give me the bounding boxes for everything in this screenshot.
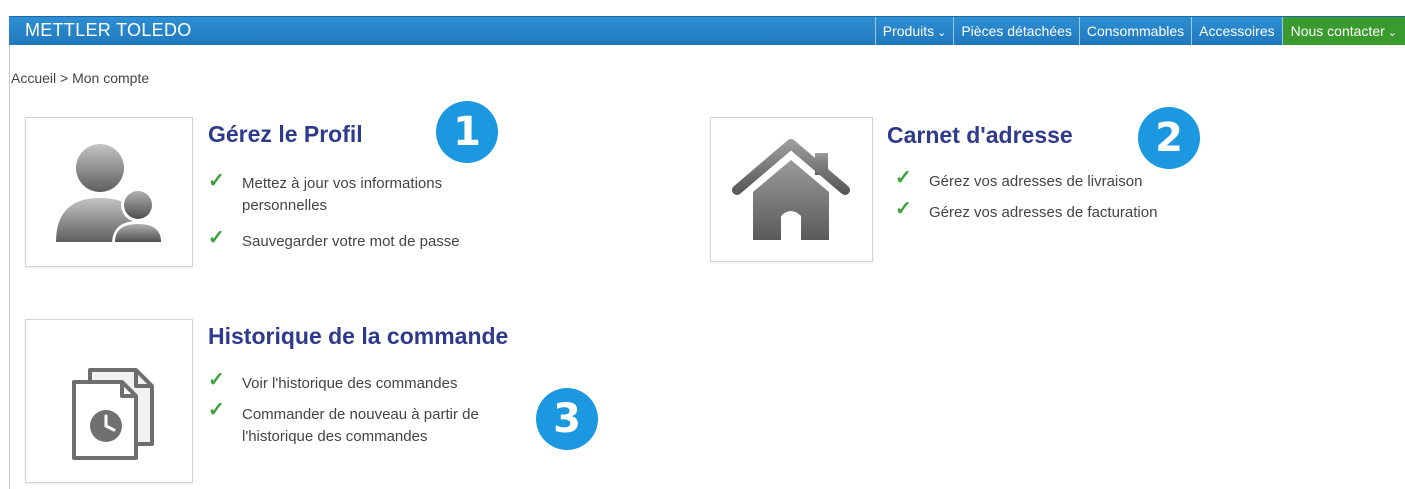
address-icon-card[interactable] [710, 117, 873, 262]
checkmark-icon: ✓ [208, 399, 225, 421]
address-item-delivery: Gérez vos adresses de livraison [929, 173, 1143, 190]
chevron-down-icon: ⌄ [937, 27, 947, 39]
brand-logo[interactable]: METTLER TOLEDO [25, 20, 192, 41]
nav-consommables[interactable]: Consommables [1078, 17, 1191, 45]
page-frame-border [9, 16, 10, 489]
address-item-billing: Gérez vos adresses de facturation [929, 204, 1158, 221]
badge-2-icon: 2 [1138, 107, 1200, 169]
checkmark-icon: ✓ [208, 369, 225, 391]
nav-accessoires[interactable]: Accessoires [1191, 17, 1281, 45]
profile-section-title[interactable]: Gérez le Profil [208, 121, 363, 148]
breadcrumb-separator: > [60, 70, 69, 86]
breadcrumb-home-link[interactable]: Accueil [11, 70, 56, 86]
house-icon [732, 139, 850, 240]
badge-3-icon: 3 [536, 388, 598, 450]
chevron-down-icon: ⌄ [1387, 27, 1397, 39]
orders-item-view-history: Voir l'historique des commandes [242, 375, 458, 392]
nav-nous-contacter[interactable]: Nous contacter ⌄ [1281, 17, 1405, 45]
badge-1-icon: 1 [436, 101, 498, 163]
nav-produits-label: Produits [882, 23, 935, 39]
checkmark-icon: ✓ [895, 198, 912, 220]
profile-item-save-password: Sauvegarder votre mot de passe [242, 233, 460, 250]
orders-section-title[interactable]: Historique de la commande [208, 323, 508, 350]
nav-pieces-detachees[interactable]: Pièces détachées [953, 17, 1079, 45]
breadcrumb: Accueil > Mon compte [11, 70, 149, 86]
address-section-title[interactable]: Carnet d'adresse [887, 122, 1073, 149]
checkmark-icon: ✓ [208, 227, 225, 249]
checkmark-icon: ✓ [208, 170, 225, 192]
top-navigation-bar: METTLER TOLEDO Produits ⌄ Pièces détachée… [9, 16, 1405, 45]
order-history-icon [72, 368, 154, 460]
order-history-icon-card[interactable] [25, 319, 193, 483]
breadcrumb-current: Mon compte [72, 70, 150, 86]
nav-accessoires-label: Accessoires [1199, 23, 1275, 39]
profile-item-update-info: Mettez à jour vos informations personnel… [242, 175, 443, 214]
main-nav: Produits ⌄ Pièces détachées Consommables … [874, 17, 1405, 45]
profile-icon-card[interactable] [25, 117, 193, 267]
nav-consommables-label: Consommables [1086, 23, 1185, 39]
user-profile-icon [56, 144, 164, 244]
checkmark-icon: ✓ [895, 167, 912, 189]
nav-pieces-detachees-label: Pièces détachées [961, 23, 1072, 39]
nav-nous-contacter-label: Nous contacter [1290, 23, 1385, 39]
orders-item-reorder: Commander de nouveau à partir de l'histo… [242, 406, 479, 445]
nav-produits[interactable]: Produits ⌄ [874, 17, 954, 45]
